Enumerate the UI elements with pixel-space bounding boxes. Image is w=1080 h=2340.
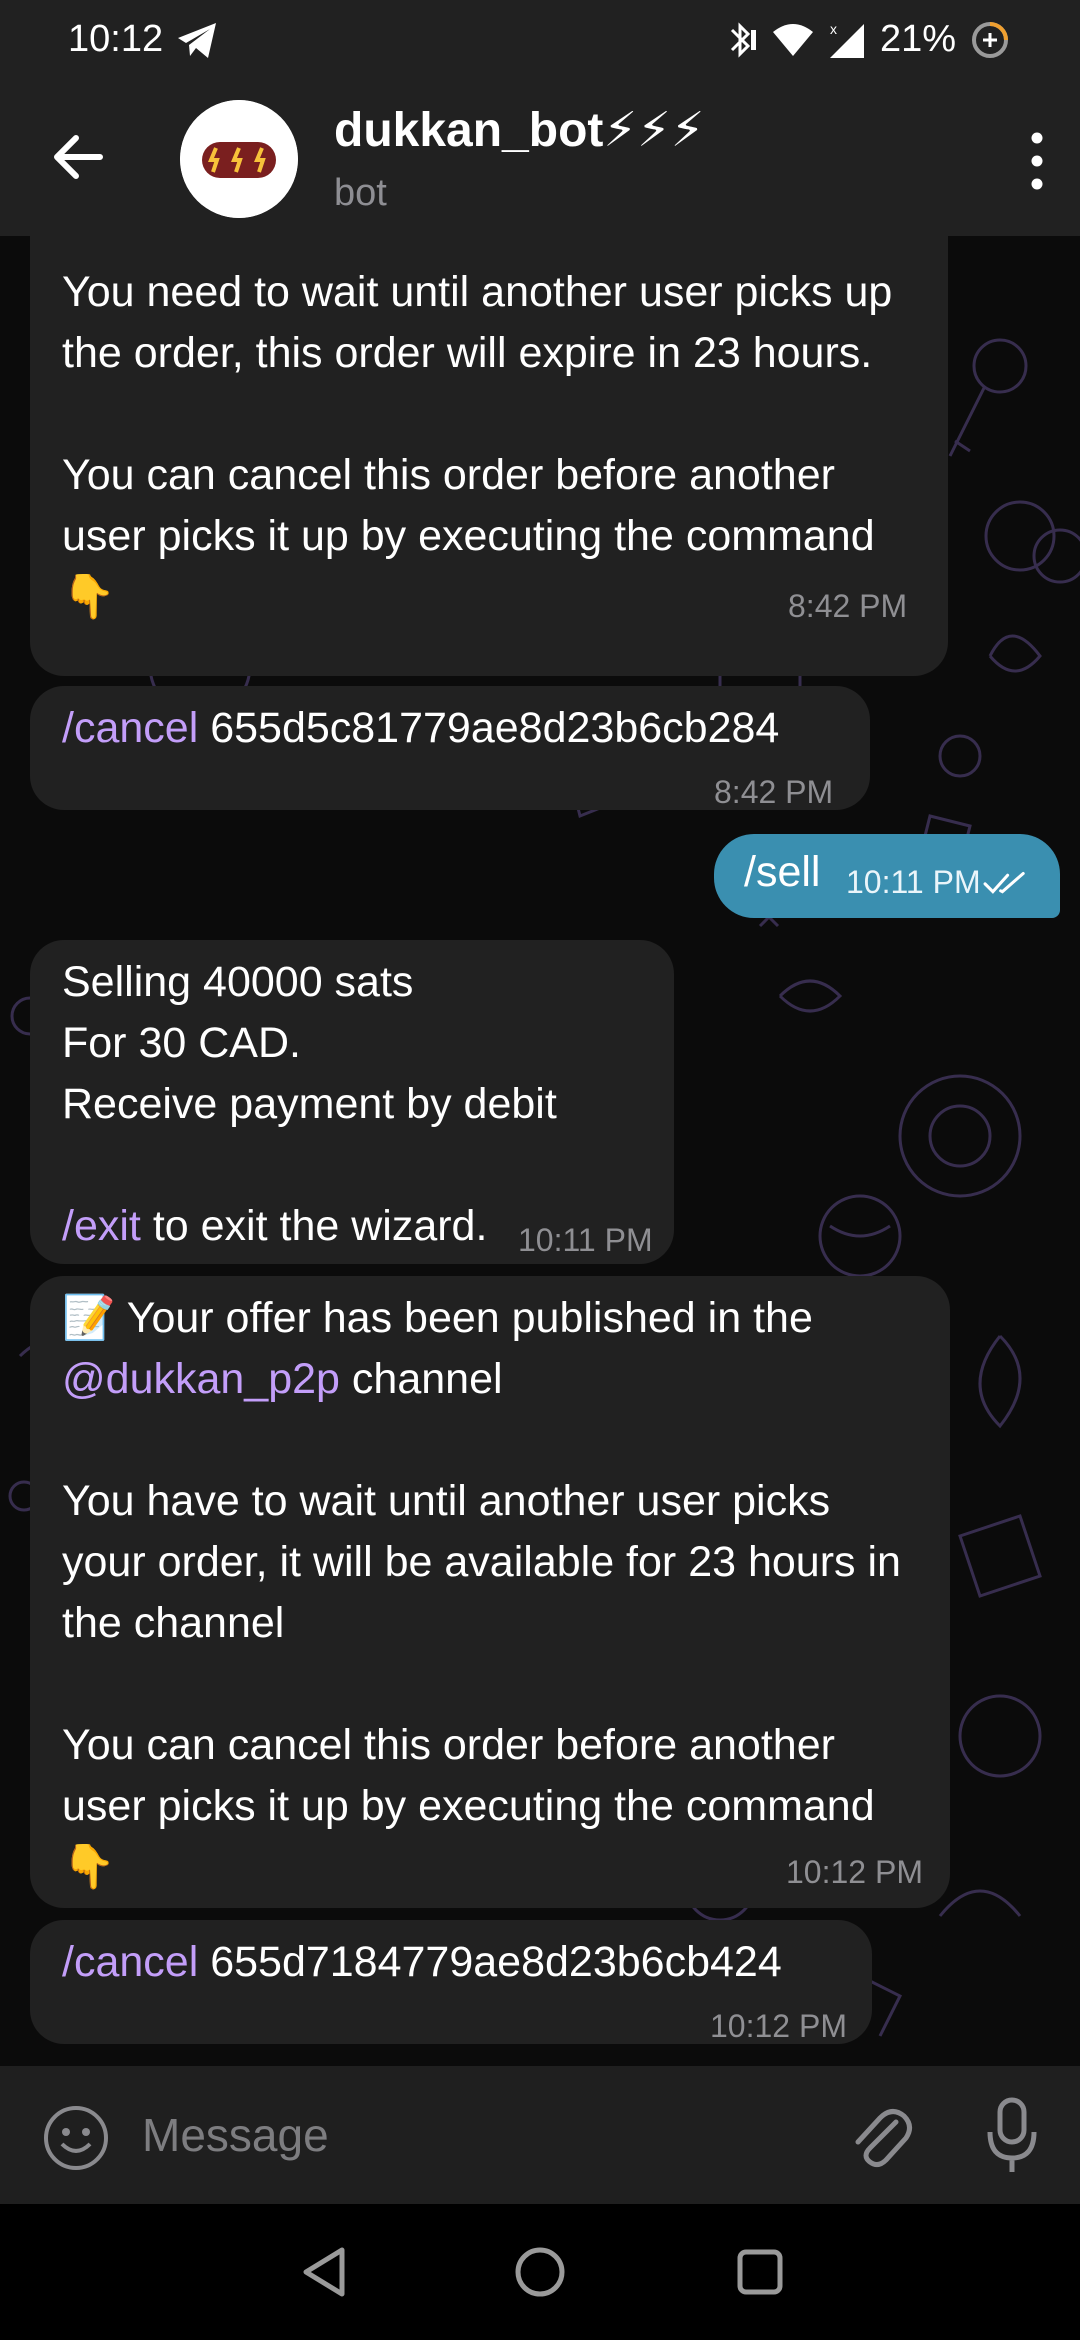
chat-title[interactable]: dukkan_bot⚡⚡⚡ [334, 102, 704, 158]
wifi-icon [772, 23, 813, 56]
command-link[interactable]: /cancel [62, 1938, 198, 1986]
message-text: /cancel 655d7184779ae8d23b6cb424 [62, 1932, 782, 1993]
message-incoming[interactable]: Selling 40000 sats For 30 CAD. Receive p… [30, 940, 674, 1264]
chat-subtitle: bot [334, 172, 387, 214]
status-bar: 10:12 x 21% [0, 0, 1080, 80]
message-text: /cancel 655d5c81779ae8d23b6cb284 [62, 698, 779, 759]
message-time: 10:11 PM [846, 864, 981, 900]
message-time: 10:11 PM [518, 1222, 653, 1258]
command-link[interactable]: /cancel [62, 704, 198, 752]
message-body: 📝 Your offer has been published in the [62, 1294, 813, 1342]
message-time: 8:42 PM [788, 588, 908, 624]
message-text: /sell [744, 848, 821, 896]
message-incoming[interactable]: /cancel 655d5c81779ae8d23b6cb284 8:42 PM [30, 686, 870, 810]
message-incoming[interactable]: You need to wait until another user pick… [30, 236, 948, 676]
message-text: You need to wait until another user pick… [62, 268, 893, 621]
nav-back-icon[interactable] [296, 2242, 356, 2302]
status-time: 10:12 [68, 18, 164, 60]
system-navigation-bar [0, 2204, 1080, 2340]
message-body-tail: channel You have to wait until another u… [62, 1355, 901, 1891]
dukkan-logo [180, 100, 298, 218]
emoji-icon[interactable] [42, 2104, 110, 2172]
battery-saver-icon [972, 21, 1008, 58]
double-check-icon [983, 871, 1025, 894]
nav-home-icon[interactable] [510, 2242, 570, 2302]
nav-recents-icon[interactable] [730, 2242, 790, 2302]
order-id: 655d7184779ae8d23b6cb424 [198, 1938, 782, 1986]
message-list[interactable]: You need to wait until another user pick… [0, 236, 1080, 2066]
bluetooth-vibrate-icon [730, 21, 756, 58]
top-bar: 10:12 x 21% dukkan_bot⚡⚡⚡ bot [0, 0, 1080, 236]
message-outgoing[interactable]: /sell 10:11 PM [714, 834, 1060, 918]
kebab-icon[interactable] [1022, 128, 1052, 194]
order-id: 655d5c81779ae8d23b6cb284 [198, 704, 780, 752]
telegram-icon [178, 23, 216, 58]
command-link[interactable]: /exit [62, 1202, 141, 1250]
battery-percent: 21% [879, 18, 956, 60]
message-composer: Message [0, 2066, 1080, 2204]
chat-header: dukkan_bot⚡⚡⚡ bot [0, 80, 1080, 236]
message-incoming[interactable]: 📝 Your offer has been published in the @… [30, 1276, 950, 1908]
message-time: 10:12 PM [786, 1854, 923, 1890]
message-time: 10:12 PM [710, 2008, 847, 2044]
message-incoming[interactable]: /cancel 655d7184779ae8d23b6cb424 10:12 P… [30, 1920, 872, 2044]
message-time: 8:42 PM [714, 774, 834, 810]
paperclip-icon[interactable] [846, 2102, 914, 2172]
system-icons: x 21% [724, 18, 1010, 61]
message-input[interactable]: Message [142, 2108, 329, 2162]
channel-mention-link[interactable]: @dukkan_p2p [62, 1355, 340, 1403]
message-body: Selling 40000 sats For 30 CAD. Receive p… [62, 958, 557, 1128]
signal-icon: x [829, 21, 864, 58]
message-text: 📝 Your offer has been published in the @… [62, 1288, 942, 1898]
arrow-left-icon[interactable] [50, 130, 104, 184]
svg-text:x: x [830, 21, 837, 37]
message-body-tail: to exit the wizard. [140, 1202, 488, 1250]
microphone-icon[interactable] [986, 2096, 1038, 2176]
avatar[interactable] [180, 100, 298, 218]
